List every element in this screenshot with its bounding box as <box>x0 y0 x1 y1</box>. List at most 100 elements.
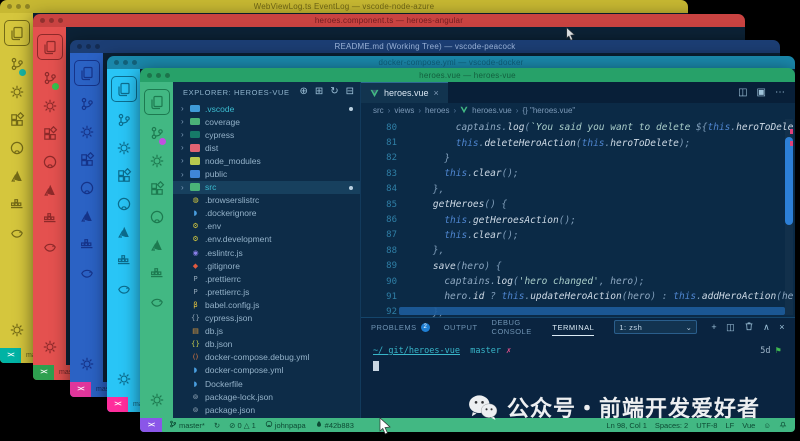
deployments-icon[interactable] <box>79 258 95 286</box>
deployments-icon[interactable] <box>116 274 132 302</box>
settings-icon[interactable] <box>116 134 132 162</box>
zoom-window-icon[interactable] <box>132 60 137 65</box>
explorer-icon[interactable] <box>111 76 137 102</box>
status-github[interactable]: johnpapa <box>265 420 306 430</box>
manage-icon[interactable] <box>9 316 25 344</box>
tab-heroes-vue[interactable]: heroes.vue × <box>361 82 448 103</box>
panel-tab-debug-console[interactable]: DEBUG CONSOLE <box>492 318 539 336</box>
github-icon[interactable] <box>42 148 58 176</box>
titlebar[interactable]: README.md (Working Tree) — vscode-peacoc… <box>70 40 780 53</box>
github-icon[interactable] <box>9 134 25 162</box>
file-row-Dockerfile[interactable]: ◗Dockerfile <box>173 377 360 390</box>
file-row-babel.config.js[interactable]: βbabel.config.js <box>173 298 360 311</box>
explorer-icon[interactable] <box>144 89 170 115</box>
status-peacock[interactable]: #42b883 <box>315 420 354 430</box>
extensions-icon[interactable] <box>149 175 165 203</box>
titlebar[interactable]: heroes.component.ts — heroes-angular <box>33 14 745 27</box>
code-line-84[interactable]: 84 }, <box>361 182 795 197</box>
file-row-package.json[interactable]: ⊚package.json <box>173 403 360 416</box>
remote-indicator[interactable]: >< <box>0 348 21 363</box>
split-terminal-icon[interactable]: ◫ <box>726 322 735 333</box>
titlebar[interactable]: WebViewLog.ts EventLog — vscode-node-azu… <box>0 0 688 13</box>
code-editor[interactable]: 80 captains.log(`You said you want to de… <box>361 117 795 317</box>
docker-icon[interactable] <box>79 230 95 258</box>
vscode-window-green[interactable]: heroes.vue — heroes-vue EXPLORER: HEROES… <box>140 68 795 432</box>
code-line-85[interactable]: 85 getHeroes() { <box>361 197 795 212</box>
close-panel-icon[interactable]: × <box>779 322 785 332</box>
extensions-icon[interactable] <box>9 106 25 134</box>
more-actions-icon[interactable]: ⋯ <box>775 87 785 98</box>
settings-icon[interactable] <box>9 78 25 106</box>
docker-icon[interactable] <box>149 259 165 287</box>
azure-icon[interactable] <box>42 176 58 204</box>
file-row-db.json[interactable]: {}db.json <box>173 338 360 351</box>
maximize-panel-icon[interactable]: ∧ <box>763 322 770 333</box>
file-row-.dockerignore[interactable]: ◗.dockerignore <box>173 207 360 220</box>
new-file-icon[interactable]: ⊕ <box>299 87 307 97</box>
folder-row-cypress[interactable]: ›cypress <box>173 128 360 141</box>
docker-icon[interactable] <box>42 204 58 232</box>
code-line-83[interactable]: 83 this.clear(); <box>361 166 795 181</box>
remote-indicator[interactable]: >< <box>33 365 54 380</box>
manage-icon[interactable] <box>79 350 95 378</box>
extensions-icon[interactable] <box>79 146 95 174</box>
close-window-icon[interactable] <box>40 18 45 23</box>
scrollbar-thumb[interactable] <box>785 137 793 225</box>
file-row-.eslintrc.js[interactable]: ◉.eslintrc.js <box>173 246 360 259</box>
explorer-icon[interactable] <box>37 34 63 60</box>
github-icon[interactable] <box>149 203 165 231</box>
explorer-icon[interactable] <box>4 20 30 46</box>
panel-tab-problems[interactable]: PROBLEMS2 <box>371 318 430 336</box>
status--[interactable]: ☺ <box>763 421 771 430</box>
settings-icon[interactable] <box>149 147 165 175</box>
zoom-window-icon[interactable] <box>165 73 170 78</box>
azure-icon[interactable] <box>149 231 165 259</box>
new-terminal-icon[interactable]: + <box>711 322 717 332</box>
minimize-window-icon[interactable] <box>123 60 128 65</box>
remote-indicator[interactable]: >< <box>140 418 162 432</box>
panel-tab-output[interactable]: OUTPUT <box>444 318 478 336</box>
breadcrumb-item[interactable]: src <box>373 106 384 115</box>
code-line-82[interactable]: 82 } <box>361 151 795 166</box>
code-line-81[interactable]: 81 this.deleteHeroAction(this.heroToDele… <box>361 135 795 150</box>
file-row-docker-compose.debug.yml[interactable]: ()docker-compose.debug.yml <box>173 351 360 364</box>
traffic-lights[interactable] <box>77 44 100 49</box>
traffic-lights[interactable] <box>40 18 63 23</box>
source-control-icon[interactable] <box>149 119 165 147</box>
file-row-package-lock.json[interactable]: ⊚package-lock.json <box>173 390 360 403</box>
breadcrumb[interactable]: src›views›heroes›heroes.vue›{} "heroes.v… <box>361 103 795 117</box>
file-row-.env[interactable]: ⚙.env <box>173 220 360 233</box>
folder-row-.vscode[interactable]: ›.vscode <box>173 102 360 115</box>
folder-row-public[interactable]: ›public <box>173 167 360 180</box>
minimize-window-icon[interactable] <box>16 4 21 9</box>
split-editor-icon[interactable]: ◫ <box>738 87 747 98</box>
remote-indicator[interactable]: >< <box>70 382 91 397</box>
traffic-lights[interactable] <box>7 4 30 9</box>
deployments-icon[interactable] <box>9 218 25 246</box>
docker-icon[interactable] <box>116 246 132 274</box>
extensions-icon[interactable] <box>42 120 58 148</box>
file-row-cypress.json[interactable]: {}cypress.json <box>173 312 360 325</box>
new-folder-icon[interactable]: ⊞ <box>315 87 323 97</box>
code-line-87[interactable]: 87 this.clear(); <box>361 228 795 243</box>
folder-row-coverage[interactable]: ›coverage <box>173 115 360 128</box>
file-row-.prettierrc.js[interactable]: P.prettierrc.js <box>173 285 360 298</box>
titlebar[interactable]: heroes.vue — heroes-vue <box>140 68 795 82</box>
close-tab-icon[interactable]: × <box>434 88 439 98</box>
file-row-db.js[interactable]: ▤db.js <box>173 325 360 338</box>
code-line-89[interactable]: 89 save(hero) { <box>361 259 795 274</box>
breadcrumb-item[interactable]: {} "heroes.vue" <box>522 106 575 115</box>
code-line-86[interactable]: 86 this.getHeroesAction(); <box>361 212 795 227</box>
source-control-icon[interactable] <box>79 90 95 118</box>
settings-icon[interactable] <box>42 92 58 120</box>
deployments-icon[interactable] <box>42 232 58 260</box>
bell-icon[interactable] <box>779 421 787 429</box>
close-window-icon[interactable] <box>77 44 82 49</box>
breadcrumb-item[interactable]: views <box>394 106 414 115</box>
source-control-icon[interactable] <box>42 64 58 92</box>
azure-icon[interactable] <box>79 202 95 230</box>
status-sync[interactable]: ↻ <box>214 421 220 430</box>
folder-row-dist[interactable]: ›dist <box>173 141 360 154</box>
file-row-.prettierrc[interactable]: P.prettierrc <box>173 272 360 285</box>
file-row-docker-compose.yml[interactable]: ◗docker-compose.yml <box>173 364 360 377</box>
